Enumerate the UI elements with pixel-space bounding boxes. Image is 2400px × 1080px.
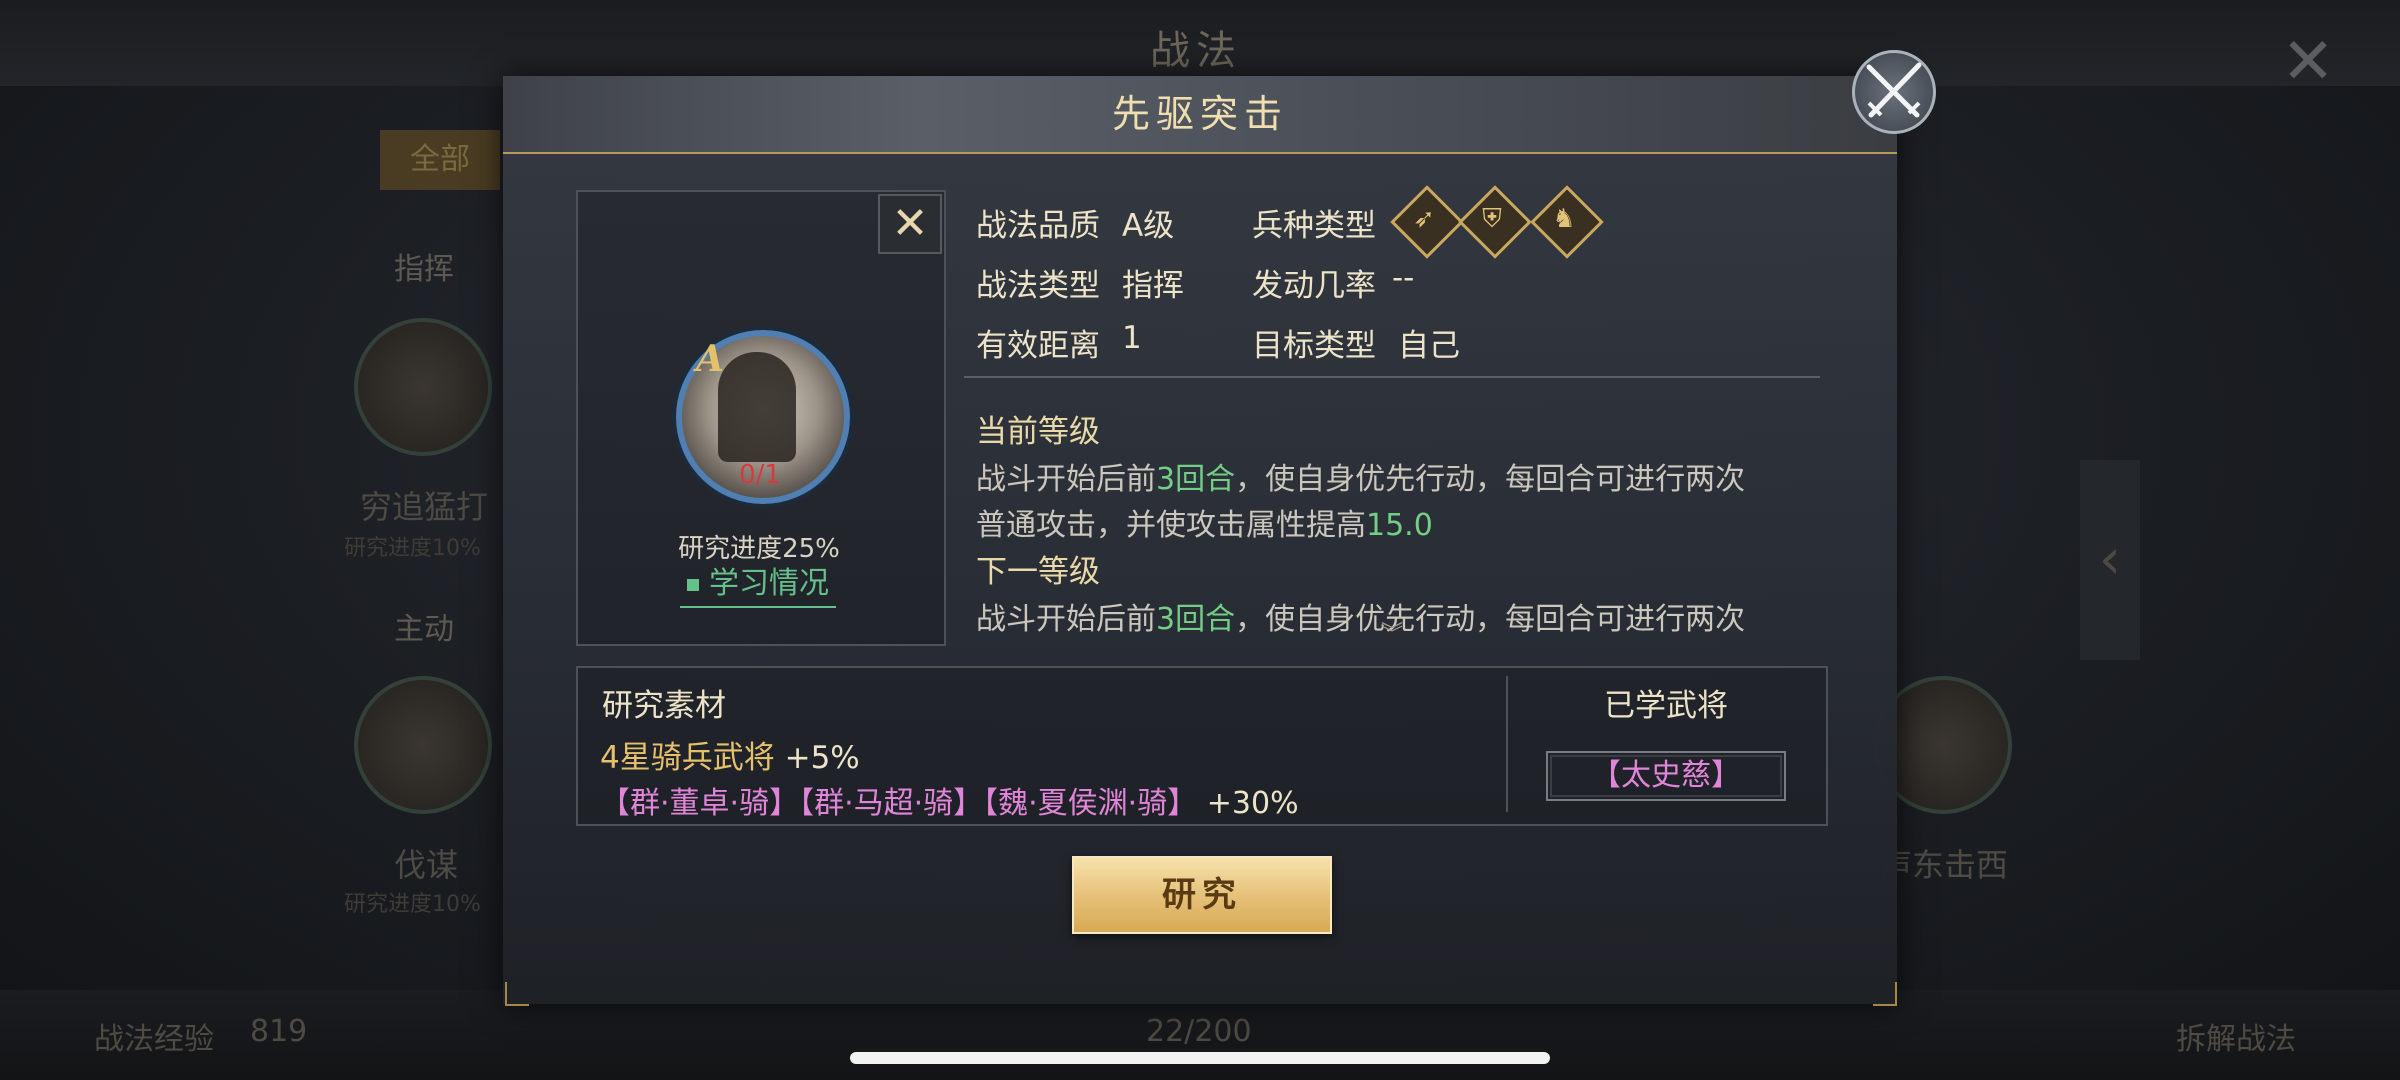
background-skill-name: 穷追猛打 [360,488,489,526]
dialog-corner-ornament [505,982,529,1006]
background-tab-all[interactable]: 全部 [380,130,500,190]
skill-owned-count: 0/1 [739,460,781,490]
learn-status-label: 学习情况 [709,566,829,601]
skill-grade-badge: A [696,338,724,380]
background-skill-progress: 研究进度10% [344,892,481,917]
target-type-label: 目标类型 [1252,328,1376,364]
quality-label: 战法品质 [976,208,1100,244]
background-close-icon[interactable]: ✕ [2272,26,2344,98]
info-divider [964,376,1820,378]
trigger-rate-value: -- [1392,260,1415,296]
unequip-close-button[interactable]: ✕ [878,194,942,254]
shield-glyph: ⛨ [1482,204,1502,234]
materials-general-bonus: 【群·董卓·骑】【群·马超·骑】【魏·夏侯渊·骑】 +30% [600,786,1299,821]
background-section-active: 主动 [394,612,454,647]
background-exp-value: 819 [250,1014,308,1049]
background-skill-progress: 研究进度10% [344,536,481,561]
background-skill-name: 声东击西 [1880,846,2009,884]
background-scroll-left-icon[interactable]: ‹ [2080,460,2140,660]
crossed-swords-close-button[interactable] [1852,50,1936,134]
next-level-heading: 下一等级 [976,554,1100,590]
cavalry-glyph: ♞ [1552,204,1576,234]
trigger-rate-label: 发动几率 [1252,268,1376,304]
learn-status-link[interactable]: 学习情况 [680,562,836,608]
background-page-count: 22/200 [1146,1014,1252,1049]
learned-general-entry[interactable]: 【太史慈】 [1546,751,1786,801]
skill-type-value: 指挥 [1122,268,1184,304]
crossed-swords-icon [1866,62,1922,118]
background-skill-icon[interactable] [354,318,492,456]
background-title: 战法 [1150,28,1242,74]
background-exp-label: 战法经验 [94,1022,214,1057]
dialog-corner-ornament [1873,982,1897,1006]
research-progress-text: 研究进度25% [678,534,840,564]
effective-range-label: 有效距离 [976,328,1100,364]
effective-range-value: 1 [1122,320,1142,356]
scroll-more-chevron-icon[interactable]: ︾ [1372,616,1412,647]
target-type-value: 自己 [1398,328,1460,364]
background-skill-icon[interactable] [354,676,492,814]
home-indicator[interactable] [850,1052,1550,1064]
background-skill-name: 伐谋 [394,846,459,884]
quality-value: A级 [1122,208,1175,244]
current-level-desc-line2: 普通攻击，并使攻击属性提高15.0 [976,508,1433,543]
current-level-heading: 当前等级 [976,414,1100,450]
archer-glyph: ➶ [1413,204,1435,234]
background-section-command: 指挥 [394,252,454,287]
dialog-title: 先驱突击 [1111,92,1288,136]
general-silhouette [718,352,796,462]
materials-title: 研究素材 [602,688,726,724]
learned-generals-title: 已学武将 [1604,688,1728,724]
next-level-desc-line1: 战斗开始后前3回合，使自身优先行动，每回合可进行两次 [976,602,1746,637]
current-level-desc-line1: 战斗开始后前3回合，使自身优先行动，每回合可进行两次 [976,462,1746,497]
skill-type-label: 战法类型 [976,268,1100,304]
background-disassemble-button[interactable]: 拆解战法 [2176,1014,2296,1058]
troop-type-label: 兵种类型 [1252,208,1376,244]
research-button[interactable]: 研究 [1072,856,1332,934]
status-square-icon [687,578,699,591]
materials-star-bonus: 4星骑兵武将 +5% [600,740,860,776]
